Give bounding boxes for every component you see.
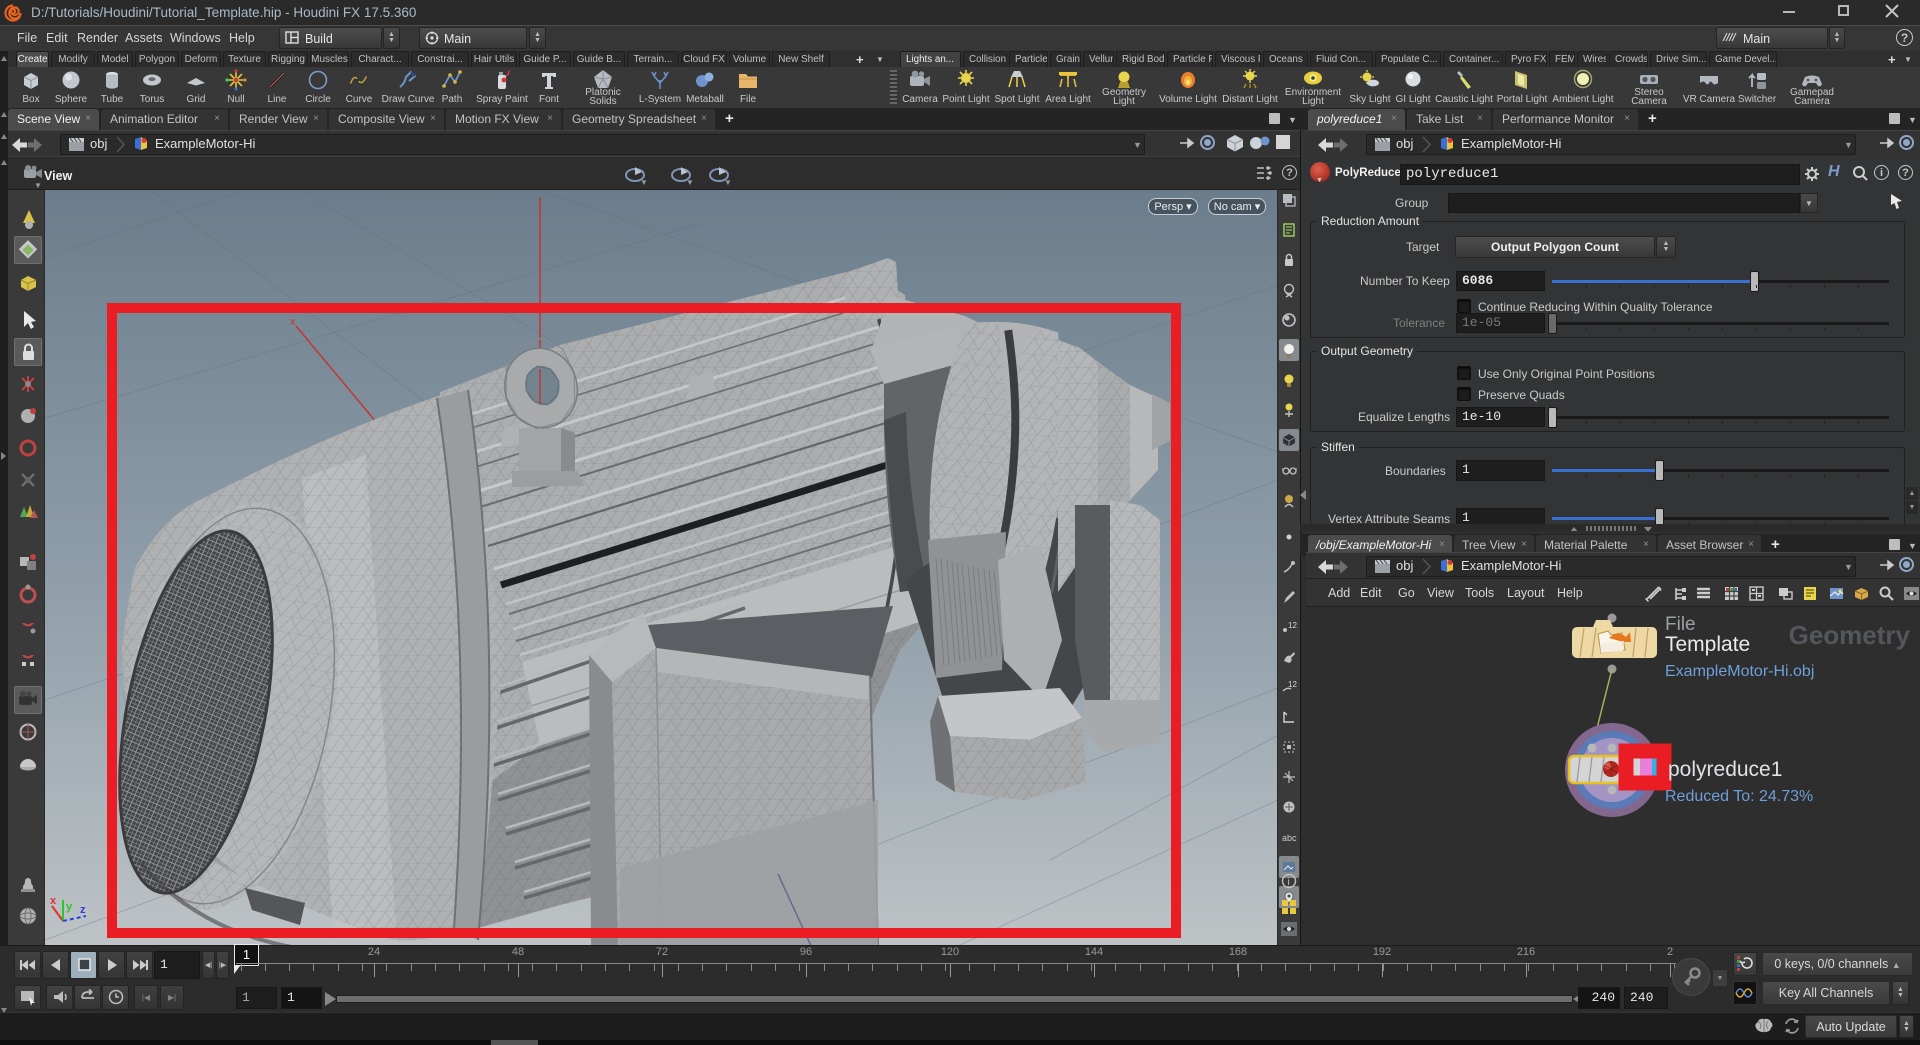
- svg-text:abc: abc: [1282, 833, 1297, 843]
- svg-text:i: i: [1288, 877, 1290, 888]
- svg-text:x: x: [50, 895, 57, 907]
- svg-text:x: x: [290, 316, 296, 328]
- svg-text:12: 12: [1288, 621, 1297, 630]
- svg-text:y: y: [66, 901, 73, 913]
- svg-text:12: 12: [1288, 680, 1297, 689]
- svg-text:z: z: [80, 904, 86, 916]
